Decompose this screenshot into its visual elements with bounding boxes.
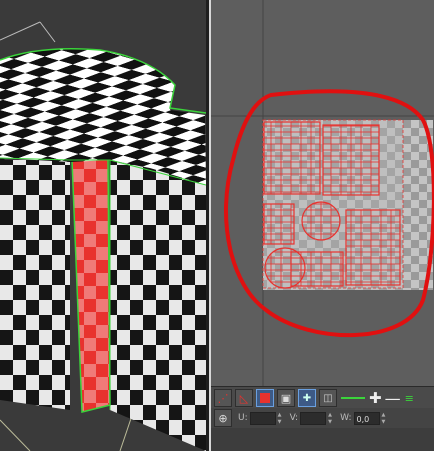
w-label: W: <box>340 413 352 423</box>
freeform-icon[interactable]: ◺ <box>235 389 253 407</box>
add-modifier-icon[interactable]: ✚ <box>298 389 316 407</box>
cylinder-side-right <box>110 160 206 451</box>
v-label: V: <box>289 413 299 423</box>
plus-icon[interactable]: ✚ <box>369 390 382 406</box>
v-input[interactable] <box>300 411 327 425</box>
u-spinner-arrows[interactable]: ▲ ▼ <box>278 412 284 425</box>
uv-shell[interactable] <box>263 203 295 245</box>
render-template-icon[interactable]: ▣ <box>277 389 295 407</box>
w-input[interactable]: 0,0 <box>353 411 380 425</box>
transform-gizmo-icon[interactable]: ⊕ <box>214 409 232 427</box>
dash-line-icon[interactable] <box>341 397 365 399</box>
uv-toolbar-top: ⋰ ◺ ▣ ✚ ◫ ✚ — ≡ <box>211 386 434 409</box>
w-spinner-arrows[interactable]: ▲ ▼ <box>382 412 388 425</box>
uv-editor-panel: ⋰ ◺ ▣ ✚ ◫ ✚ — ≡ ⊕ U: ▲ ▼ V: ▲ ▼ W: 0,0 ▲ ▼ <box>209 0 434 451</box>
grid-line <box>0 21 41 41</box>
relax-icon[interactable]: ◫ <box>319 389 337 407</box>
cylinder-side-left <box>0 155 70 410</box>
uv-shell-circle[interactable] <box>264 247 306 289</box>
3d-viewport[interactable] <box>0 0 206 451</box>
grid-line <box>0 419 31 451</box>
uv-shell[interactable] <box>345 209 401 286</box>
uv-shell[interactable] <box>322 124 380 196</box>
u-label: U: <box>238 413 248 423</box>
uv-toolbar-bottom: ⊕ U: ▲ ▼ V: ▲ ▼ W: 0,0 ▲ ▼ <box>211 408 434 428</box>
move-vertex-icon[interactable]: ⋰ <box>214 389 232 407</box>
uv-shell[interactable] <box>263 121 321 195</box>
stack-icon[interactable]: ≡ <box>405 393 414 404</box>
minus-icon[interactable]: — <box>385 390 401 406</box>
select-face-icon[interactable] <box>256 389 274 407</box>
status-strip <box>211 428 434 451</box>
grid-line <box>39 21 56 43</box>
u-input[interactable] <box>249 411 276 425</box>
v-spinner-arrows[interactable]: ▲ ▼ <box>328 412 334 425</box>
viewport-canvas[interactable] <box>0 0 206 451</box>
uv-editor-canvas[interactable] <box>211 0 434 386</box>
uv-shell-circle[interactable] <box>301 201 341 241</box>
